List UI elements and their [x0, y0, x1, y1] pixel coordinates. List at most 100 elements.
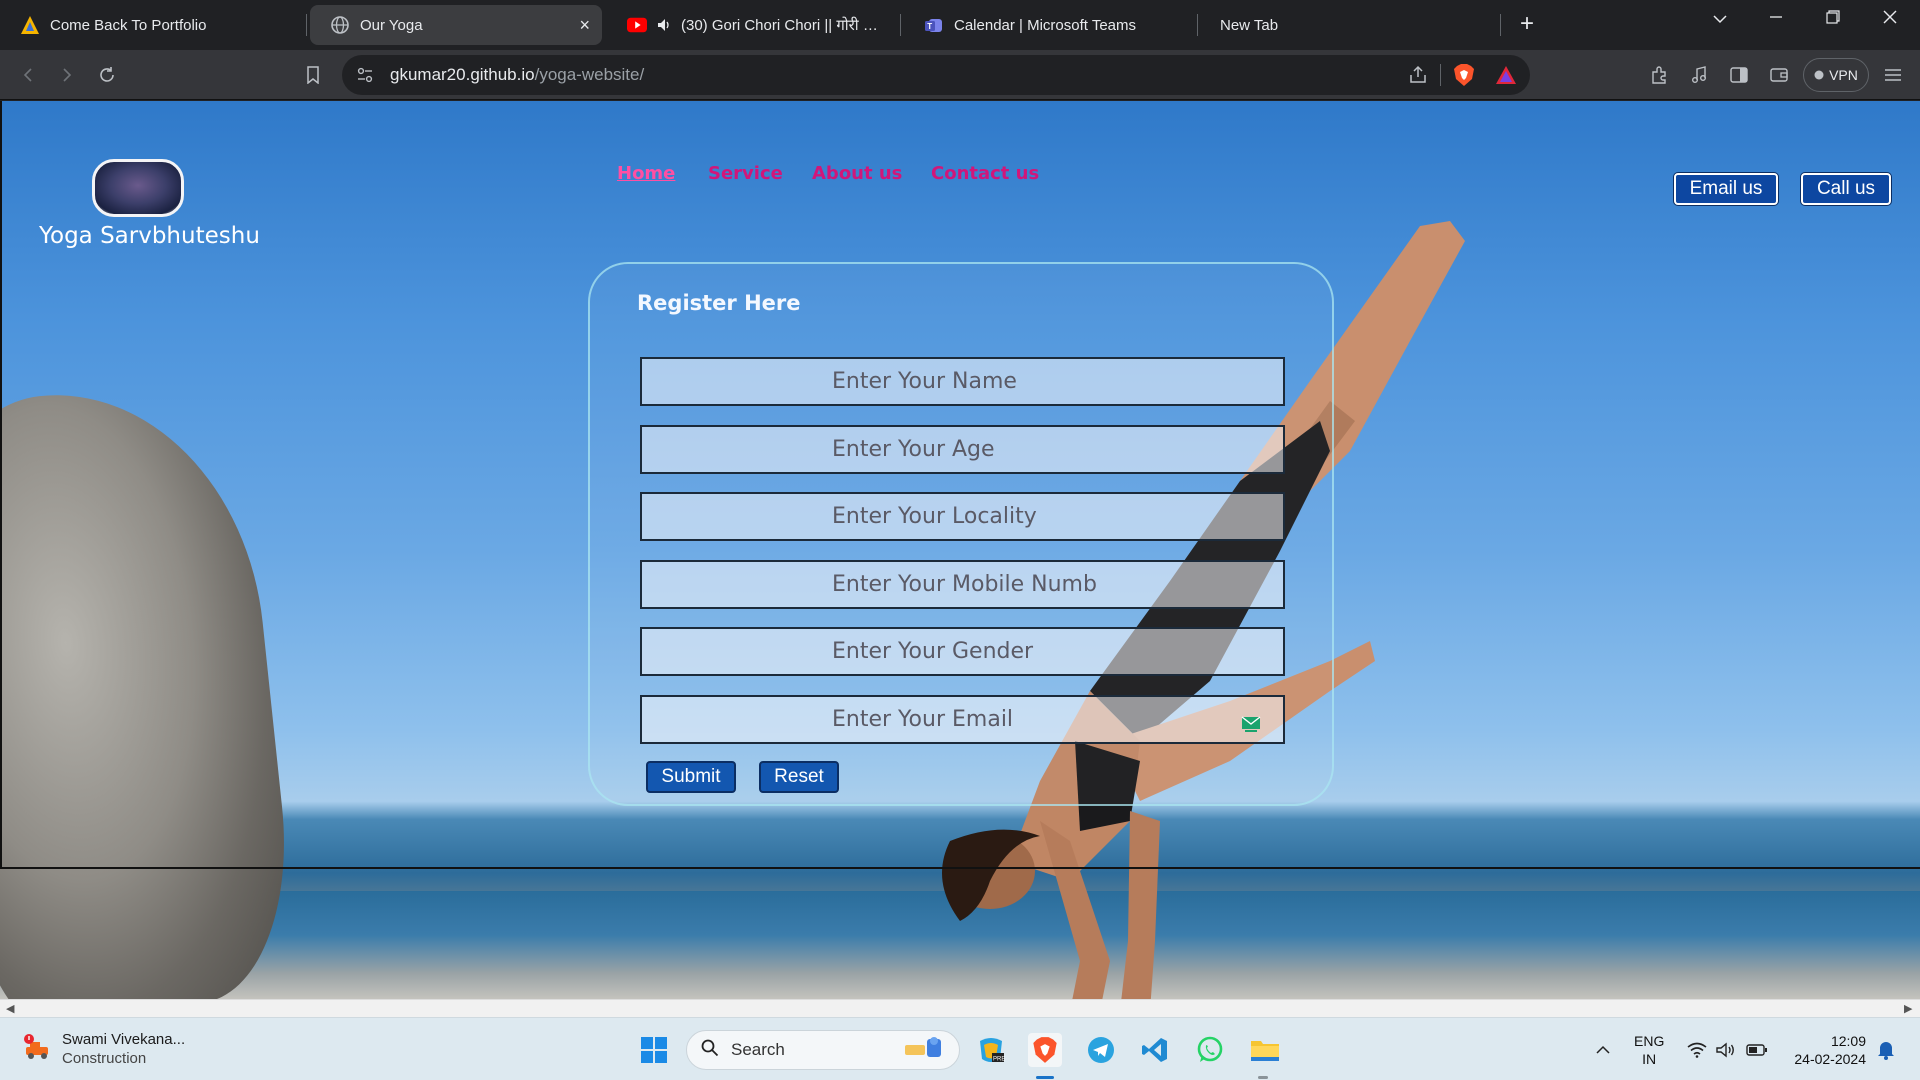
restore-icon[interactable] [1813, 8, 1853, 29]
mobile-placeholder: Enter Your Mobile Numb [832, 572, 1097, 597]
search-highlight-icon [901, 1035, 949, 1066]
copilot-icon[interactable]: PRE [974, 1033, 1008, 1067]
scroll-left-icon[interactable]: ◀ [6, 1002, 14, 1015]
file-explorer-icon[interactable] [1248, 1033, 1282, 1067]
name-placeholder: Enter Your Name [832, 369, 1017, 394]
brave-rewards-icon[interactable] [1495, 64, 1517, 91]
rock-background [0, 375, 302, 999]
vpn-button[interactable]: VPN [1803, 58, 1869, 92]
notification-bell-icon[interactable] [1875, 1040, 1897, 1060]
tab-separator [900, 14, 901, 36]
email-input[interactable]: Enter Your Email [640, 695, 1285, 744]
clock-time: 12:09 [1830, 1033, 1866, 1049]
clock-date: 24-02-2024 [1794, 1051, 1866, 1067]
address-bar[interactable]: gkumar20.github.io/yoga-website/ [342, 55, 1530, 95]
close-tab-icon[interactable]: × [579, 15, 590, 36]
search-label: Search [731, 1040, 785, 1059]
sidebar-icon[interactable] [1726, 62, 1752, 88]
tab-title: New Tab [1220, 16, 1279, 34]
speaker-icon[interactable] [657, 15, 671, 35]
name-input[interactable]: Enter Your Name [640, 357, 1285, 406]
taskbar-search[interactable]: Search [686, 1030, 960, 1070]
tab-separator [1197, 14, 1198, 36]
share-icon[interactable] [1408, 65, 1428, 90]
section-left-border [0, 101, 2, 869]
gender-input[interactable]: Enter Your Gender [640, 627, 1285, 676]
region-code: IN [1642, 1051, 1657, 1067]
tab-title: (30) Gori Chori Chori || गोरी चोरी च [681, 17, 885, 34]
brave-browser-icon[interactable] [1028, 1033, 1062, 1067]
bookmark-icon[interactable] [300, 62, 326, 88]
news-widget[interactable]: Swami Vivekana... Construction [22, 1030, 185, 1068]
tab-separator [1500, 14, 1501, 36]
tab-our-yoga[interactable]: Our Yoga × [310, 5, 602, 45]
whatsapp-icon[interactable] [1193, 1033, 1227, 1067]
omnibox-divider [1440, 64, 1441, 86]
extensions-icon[interactable] [1646, 62, 1672, 88]
mobile-input[interactable]: Enter Your Mobile Numb [640, 560, 1285, 609]
running-app-indicator [1258, 1076, 1268, 1079]
news-title: Swami Vivekana... [62, 1031, 186, 1048]
menu-icon[interactable] [1880, 62, 1906, 88]
back-icon[interactable] [15, 62, 41, 88]
active-app-indicator [1036, 1076, 1054, 1079]
site-info-icon[interactable] [356, 66, 374, 89]
news-subtitle: Construction [62, 1050, 147, 1067]
clock[interactable]: 12:09 24-02-2024 [1786, 1032, 1866, 1068]
language-code: ENG [1634, 1033, 1665, 1049]
nav-contact-link[interactable]: Contact us [931, 163, 1039, 184]
email-us-button[interactable]: Email us [1674, 173, 1778, 205]
forward-icon[interactable] [54, 62, 80, 88]
media-icon[interactable] [1686, 62, 1712, 88]
browser-tab-strip: Come Back To Portfolio Our Yoga × (30) G… [0, 0, 1920, 50]
form-title: Register Here [637, 291, 801, 315]
url-path: /yoga-website/ [534, 65, 645, 84]
tab-search-chevron-icon[interactable] [1700, 8, 1740, 29]
search-icon [701, 1039, 719, 1062]
reload-icon[interactable] [94, 62, 120, 88]
nav-home-link[interactable]: Home [617, 163, 675, 184]
telegram-icon[interactable] [1084, 1033, 1118, 1067]
url-host: gkumar20.github.io [390, 65, 535, 84]
svg-text:PRE: PRE [993, 1057, 1005, 1063]
windows-start-icon[interactable] [637, 1033, 671, 1067]
brave-shields-icon[interactable] [1453, 63, 1475, 92]
locality-input[interactable]: Enter Your Locality [640, 492, 1285, 541]
vpn-label: VPN [1829, 67, 1858, 83]
reset-button[interactable]: Reset [759, 761, 839, 793]
age-input[interactable]: Enter Your Age [640, 425, 1285, 474]
scroll-right-icon[interactable]: ▶ [1904, 1002, 1912, 1015]
locality-placeholder: Enter Your Locality [832, 504, 1037, 529]
tab-title: Calendar | Microsoft Teams [954, 16, 1137, 34]
wallet-icon[interactable] [1766, 62, 1792, 88]
tab-youtube[interactable]: (30) Gori Chori Chori || गोरी चोरी च [607, 5, 897, 45]
nav-about-link[interactable]: About us [812, 163, 902, 184]
new-tab-button[interactable]: + [1513, 11, 1541, 39]
tab-new-tab[interactable]: New Tab [1200, 5, 1500, 45]
tab-teams-calendar[interactable]: T Calendar | Microsoft Teams [904, 5, 1194, 45]
web-page: Yoga Sarvbhuteshu Home Service About us … [0, 101, 1920, 999]
submit-button[interactable]: Submit [646, 761, 736, 793]
language-indicator[interactable]: ENG IN [1634, 1032, 1664, 1068]
age-placeholder: Enter Your Age [832, 437, 995, 462]
portfolio-icon [20, 15, 40, 35]
teams-icon: T [924, 15, 944, 35]
vscode-icon[interactable] [1138, 1033, 1172, 1067]
construction-alert-icon [22, 1033, 52, 1066]
url-text[interactable]: gkumar20.github.io/yoga-website/ [390, 65, 644, 85]
nav-service-link[interactable]: Service [708, 163, 783, 184]
call-us-button[interactable]: Call us [1801, 173, 1891, 205]
mail-autofill-icon[interactable] [1241, 713, 1261, 732]
battery-icon[interactable] [1746, 1040, 1768, 1060]
tab-separator [306, 14, 307, 36]
wifi-icon[interactable] [1686, 1040, 1708, 1060]
vpn-status-icon [1814, 67, 1824, 83]
close-window-icon[interactable] [1870, 8, 1910, 29]
tab-portfolio[interactable]: Come Back To Portfolio [0, 5, 305, 45]
horizontal-scrollbar[interactable]: ◀ ▶ [0, 999, 1920, 1017]
site-logo[interactable] [92, 159, 184, 217]
volume-icon[interactable] [1715, 1040, 1737, 1060]
minimize-icon[interactable] [1756, 8, 1796, 29]
tray-chevron-up-icon[interactable] [1592, 1040, 1614, 1060]
globe-icon [330, 15, 350, 35]
